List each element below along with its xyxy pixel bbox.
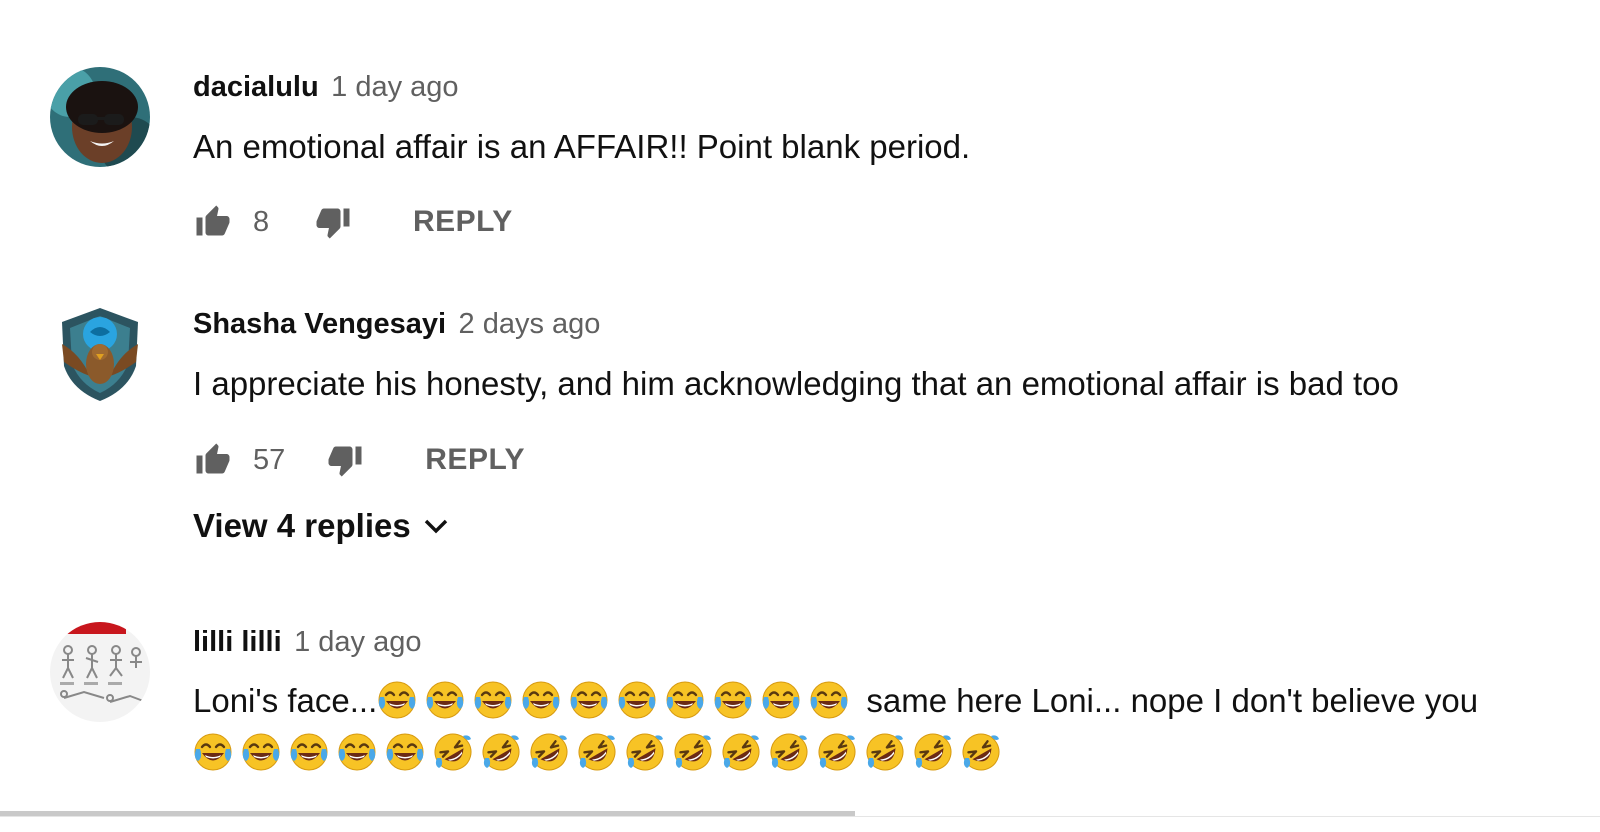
- face-with-tears-of-joy-emoji: [193, 732, 233, 772]
- face-with-tears-of-joy-emoji: [337, 732, 377, 772]
- rolling-on-floor-laughing-emoji: [481, 732, 521, 772]
- rolling-on-floor-laughing-emoji: [961, 732, 1001, 772]
- emoji-group-joy: [193, 733, 433, 771]
- emoji-group-joy: [377, 680, 857, 720]
- comment-timestamp[interactable]: 1 day ago: [331, 71, 458, 103]
- rolling-on-floor-laughing-emoji: [721, 732, 761, 772]
- reply-button[interactable]: REPLY: [413, 205, 513, 239]
- rolling-on-floor-laughing-emoji: [769, 732, 809, 772]
- like-count: 8: [253, 205, 270, 238]
- avatar[interactable]: [50, 622, 150, 722]
- face-with-tears-of-joy-emoji: [289, 732, 329, 772]
- avatar[interactable]: [50, 304, 150, 404]
- face-with-tears-of-joy-emoji: [425, 680, 465, 720]
- comment-timestamp[interactable]: 2 days ago: [459, 308, 601, 340]
- comment-header: Shasha Vengesayi 2 days ago: [193, 308, 600, 341]
- face-with-tears-of-joy-emoji: [809, 680, 849, 720]
- comment-timestamp[interactable]: 1 day ago: [294, 626, 421, 658]
- comment-text: Loni's face... same here Loni... nope I …: [193, 676, 1478, 726]
- face-with-tears-of-joy-emoji: [569, 680, 609, 720]
- comment-text: An emotional affair is an AFFAIR!! Point…: [193, 128, 971, 165]
- divider: [0, 816, 1600, 817]
- comment-actions: 8 REPLY: [193, 200, 513, 244]
- rolling-on-floor-laughing-emoji: [433, 732, 473, 772]
- emoji-row: [193, 732, 1009, 772]
- like-count: 57: [253, 443, 286, 476]
- thumbs-up-icon[interactable]: [193, 440, 233, 480]
- thumbs-down-icon[interactable]: [325, 440, 365, 480]
- comment-author[interactable]: dacialulu: [193, 71, 319, 103]
- chevron-down-icon: [424, 519, 447, 534]
- view-replies-button[interactable]: View 4 replies: [193, 507, 449, 545]
- comments-section: dacialulu 1 day ago An emotional affair …: [0, 0, 1600, 832]
- comment-text-part: Loni's face...: [193, 682, 378, 719]
- rolling-on-floor-laughing-emoji: [577, 732, 617, 772]
- comment-header: lilli lilli 1 day ago: [193, 626, 421, 659]
- face-with-tears-of-joy-emoji: [385, 732, 425, 772]
- rolling-on-floor-laughing-emoji: [865, 732, 905, 772]
- comment-text: I appreciate his honesty, and him acknow…: [193, 365, 1399, 402]
- face-with-tears-of-joy-emoji: [617, 680, 657, 720]
- emoji-group-rofl: [433, 733, 1009, 771]
- face-with-tears-of-joy-emoji: [761, 680, 801, 720]
- comment-text-part: same here Loni... nope I don't believe y…: [866, 682, 1479, 719]
- face-with-tears-of-joy-emoji: [713, 680, 753, 720]
- thumbs-up-icon[interactable]: [193, 202, 233, 242]
- face-with-tears-of-joy-emoji: [241, 732, 281, 772]
- avatar[interactable]: [50, 67, 150, 167]
- reply-button[interactable]: REPLY: [425, 443, 525, 477]
- rolling-on-floor-laughing-emoji: [913, 732, 953, 772]
- rolling-on-floor-laughing-emoji: [529, 732, 569, 772]
- comment-author[interactable]: Shasha Vengesayi: [193, 308, 446, 340]
- comment-author[interactable]: lilli lilli: [193, 626, 282, 658]
- face-with-tears-of-joy-emoji: [377, 680, 417, 720]
- comment-header: dacialulu 1 day ago: [193, 71, 459, 104]
- face-with-tears-of-joy-emoji: [473, 680, 513, 720]
- face-with-tears-of-joy-emoji: [521, 680, 561, 720]
- face-with-tears-of-joy-emoji: [665, 680, 705, 720]
- rolling-on-floor-laughing-emoji: [625, 732, 665, 772]
- thumbs-down-icon[interactable]: [313, 202, 353, 242]
- rolling-on-floor-laughing-emoji: [673, 732, 713, 772]
- view-replies-label: View 4 replies: [193, 507, 411, 544]
- rolling-on-floor-laughing-emoji: [817, 732, 857, 772]
- comment-actions: 57 REPLY: [193, 438, 525, 482]
